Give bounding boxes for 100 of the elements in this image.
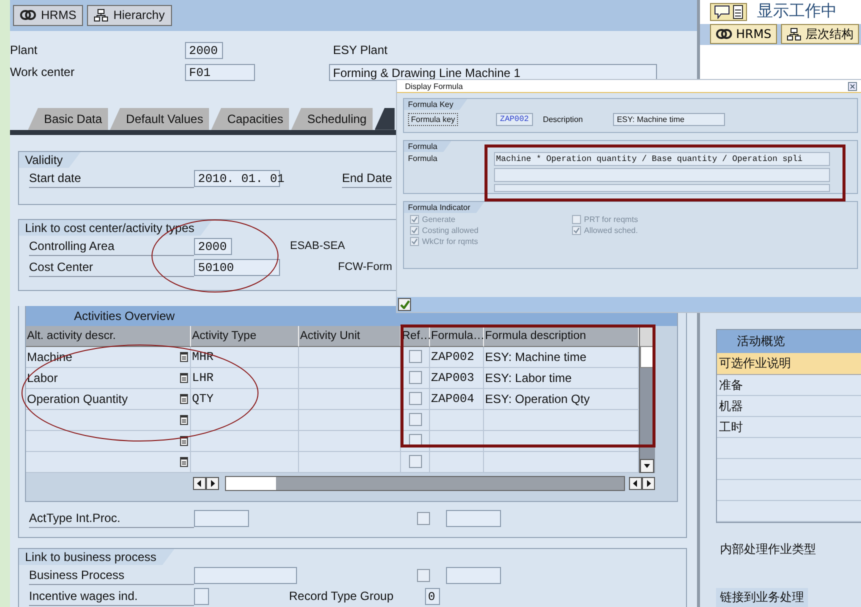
group-title: 链接到业务处理 bbox=[716, 588, 808, 607]
checkbox-label: Allowed sched. bbox=[584, 226, 638, 235]
column-header[interactable]: Activity Type bbox=[191, 326, 299, 347]
table-cell: LHR bbox=[191, 368, 299, 389]
toolbar-button[interactable]: 层次结构 bbox=[781, 24, 860, 44]
group-title: Link to business process bbox=[19, 548, 174, 565]
field-label: FCW-Form bbox=[338, 261, 392, 274]
column-header[interactable]: 可选作业说明 bbox=[717, 352, 861, 375]
formula-field[interactable]: Machine * Operation quantity / Base quantity / Operation spli bbox=[494, 152, 830, 166]
checkmark-icon bbox=[400, 300, 410, 309]
field-label: Incentive wages ind. bbox=[29, 586, 194, 606]
field-label: Description bbox=[542, 115, 583, 124]
toolbar-icons[interactable] bbox=[710, 2, 747, 21]
tab[interactable]: Basic Data bbox=[28, 108, 108, 130]
input-field[interactable] bbox=[194, 588, 209, 605]
description-field: ESY: Machine time bbox=[612, 113, 725, 126]
field-label: ESAB-SEA bbox=[290, 240, 346, 252]
field-label: Start date bbox=[29, 168, 194, 188]
speech-bubble-icon bbox=[714, 4, 730, 19]
plant-name: ESY Plant bbox=[333, 43, 388, 58]
input-field[interactable] bbox=[194, 566, 297, 584]
group-title: Formula bbox=[404, 141, 452, 152]
work-center-field[interactable]: F01 bbox=[185, 64, 255, 81]
table-cell: Operation Quantity bbox=[26, 388, 178, 410]
scroll-left-icon[interactable] bbox=[193, 477, 206, 490]
plant-field[interactable]: 2000 bbox=[185, 42, 223, 59]
scroll-left-icon[interactable] bbox=[629, 477, 642, 490]
confirm-button[interactable] bbox=[398, 298, 411, 311]
link-icon bbox=[20, 9, 36, 22]
work-center-name-field: Forming & Drawing Line Machine 1 bbox=[329, 64, 657, 81]
table-cell: 准备 bbox=[717, 374, 861, 396]
checkbox[interactable] bbox=[417, 512, 430, 525]
table-title: 活动概览 bbox=[717, 330, 861, 353]
toolbar-button[interactable]: HRMS bbox=[13, 4, 84, 26]
tab[interactable]: Scheduling bbox=[291, 108, 373, 130]
table-cell: ZAP004 bbox=[430, 388, 484, 410]
checkbox[interactable] bbox=[409, 350, 422, 364]
field-label: Formula key bbox=[408, 113, 458, 126]
input-field[interactable]: 50100 bbox=[194, 258, 280, 276]
checkbox-label: PRT for reqmts bbox=[584, 215, 638, 224]
column-header[interactable]: Activity Unit bbox=[299, 326, 401, 347]
group-title: Formula Key bbox=[404, 99, 468, 110]
group-title: Validity bbox=[19, 152, 81, 168]
input-field[interactable]: 2000 bbox=[194, 238, 232, 255]
checkbox-label: Generate bbox=[422, 215, 456, 224]
checkbox[interactable] bbox=[409, 455, 422, 468]
toolbar-button[interactable]: HRMS bbox=[710, 24, 778, 44]
field-label: ActType Int.Proc. bbox=[29, 508, 194, 528]
record-type-field[interactable]: 0 bbox=[425, 588, 440, 605]
tab[interactable]: Default Values bbox=[110, 108, 210, 130]
scroll-down-icon[interactable] bbox=[640, 458, 654, 473]
scroll-right-icon[interactable] bbox=[206, 477, 219, 490]
formula-field[interactable] bbox=[494, 168, 830, 182]
checkbox-label: Costing allowed bbox=[422, 226, 478, 235]
table-cell: 机器 bbox=[717, 396, 861, 417]
tab[interactable] bbox=[374, 108, 395, 130]
group-title: Formula Indicator bbox=[404, 202, 484, 213]
field-label: 内部处理作业类型 bbox=[719, 540, 816, 558]
table-cell: Labor bbox=[26, 368, 178, 389]
hierarchy-icon bbox=[94, 8, 108, 22]
table-cell: 工时 bbox=[717, 416, 861, 438]
input-field[interactable] bbox=[446, 566, 501, 584]
field-label: End Date bbox=[342, 168, 392, 188]
note-icon[interactable] bbox=[180, 414, 188, 425]
formula-key-field[interactable]: ZAP002 bbox=[496, 113, 533, 126]
column-header[interactable]: Formula description bbox=[484, 326, 639, 347]
column-header[interactable]: Alt. activity descr. bbox=[26, 326, 191, 347]
link-icon bbox=[716, 28, 732, 40]
note-icon[interactable] bbox=[180, 352, 188, 362]
field-label: Formula bbox=[407, 153, 438, 163]
column-header[interactable]: Formula… bbox=[430, 326, 484, 347]
table-cell: QTY bbox=[191, 388, 299, 410]
note-icon[interactable] bbox=[180, 456, 188, 467]
close-icon[interactable] bbox=[848, 82, 857, 90]
toolbar-button[interactable]: Hierarchy bbox=[87, 4, 172, 26]
field-label: Cost Center bbox=[29, 258, 194, 277]
table-cell: ZAP003 bbox=[430, 368, 484, 389]
formula-field[interactable] bbox=[494, 184, 830, 192]
input-field[interactable] bbox=[446, 510, 501, 527]
checkbox[interactable] bbox=[409, 392, 422, 406]
field-label: Plant bbox=[10, 43, 38, 58]
dialog-title: Display Formula bbox=[405, 82, 463, 90]
checkbox[interactable] bbox=[409, 413, 422, 426]
note-icon[interactable] bbox=[180, 436, 188, 446]
note-icon[interactable] bbox=[180, 394, 188, 404]
window-title: 显示工作中 bbox=[757, 1, 837, 22]
hierarchy-icon bbox=[787, 28, 802, 41]
input-field[interactable] bbox=[194, 510, 249, 527]
tab[interactable]: Capacities bbox=[211, 108, 290, 130]
note-icon[interactable] bbox=[180, 372, 188, 383]
table-cell: MHR bbox=[191, 346, 299, 368]
table-cell: ZAP002 bbox=[430, 346, 484, 368]
field-label: Work center bbox=[10, 65, 76, 80]
document-icon bbox=[733, 4, 743, 19]
checkbox[interactable] bbox=[417, 568, 430, 582]
scroll-right-icon[interactable] bbox=[642, 477, 655, 490]
horizontal-scrollbar[interactable] bbox=[225, 476, 625, 492]
checkbox-label: WkCtr for rqmts bbox=[422, 237, 478, 246]
checkbox[interactable] bbox=[409, 371, 422, 384]
field-label: Record Type Group bbox=[289, 589, 395, 604]
